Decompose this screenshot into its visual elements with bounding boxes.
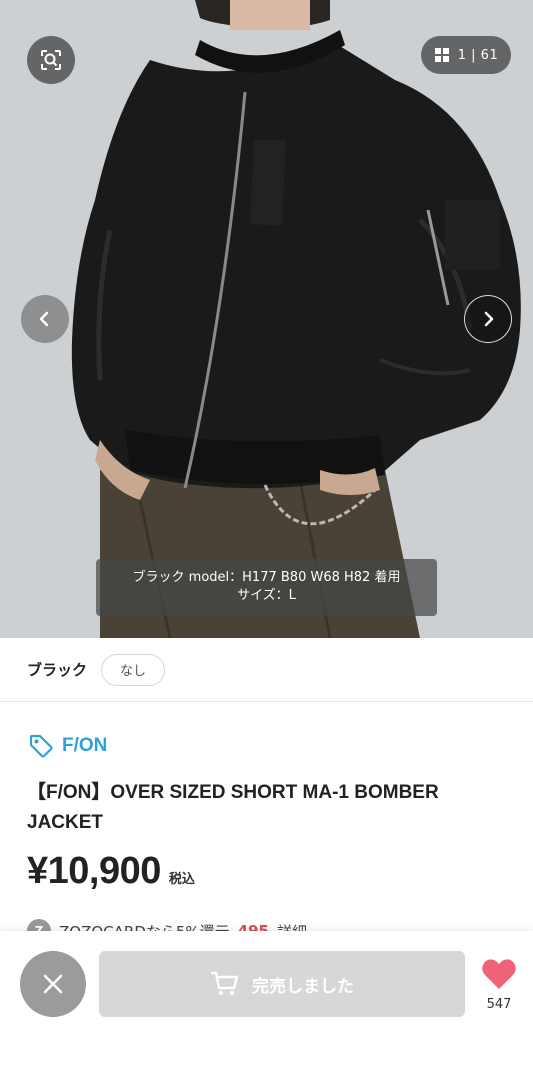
zoom-search-icon (41, 50, 61, 70)
chevron-left-icon (39, 311, 49, 327)
brand-name: F/ON (62, 735, 108, 756)
close-button[interactable] (20, 951, 86, 1017)
product-price: ¥10,900 (27, 850, 161, 892)
next-image-button[interactable] (464, 295, 512, 343)
image-counter[interactable]: 1 | 61 (421, 36, 511, 74)
soldout-label: 完売しました (252, 976, 354, 997)
image-caption: ブラック model：H177 B80 W68 H82 着用 サイズ：L (96, 559, 437, 616)
caption-size: サイズ：L (237, 588, 296, 603)
previous-image-button[interactable] (21, 295, 69, 343)
variant-row: ブラック なし (0, 638, 533, 702)
product-title: 【F/ON】OVER SIZED SHORT MA-1 BOMBER JACKE… (27, 782, 439, 833)
favorite-count: 547 (486, 997, 512, 1012)
tax-label: 税込 (168, 872, 195, 887)
price-row: ¥10,900 税込 (27, 850, 195, 893)
cart-icon (210, 971, 239, 996)
favorite-button[interactable]: 547 (478, 957, 520, 1012)
chevron-right-icon (484, 311, 494, 327)
grid-icon (434, 48, 449, 62)
tag-icon (29, 734, 53, 758)
product-photo (0, 0, 533, 638)
size-chip[interactable]: なし (101, 653, 166, 686)
close-icon (43, 974, 63, 994)
product-image-gallery[interactable]: 1 | 61 ブラック model：H177 B80 W68 H82 着用 サイ… (0, 0, 533, 638)
caption-model-info: ブラック model：H177 B80 W68 H82 着用 (132, 570, 401, 585)
color-label: ブラック (27, 662, 88, 679)
soldout-button[interactable]: 完売しました (99, 951, 465, 1017)
zoom-button[interactable] (27, 36, 75, 84)
product-page: 1 | 61 ブラック model：H177 B80 W68 H82 着用 サイ… (0, 0, 533, 1080)
heart-icon (482, 959, 516, 989)
bottom-action-bar: 完売しました 547 (0, 931, 533, 1080)
image-counter-text: 1 | 61 (457, 47, 499, 63)
brand-link[interactable]: F/ON (28, 733, 107, 759)
